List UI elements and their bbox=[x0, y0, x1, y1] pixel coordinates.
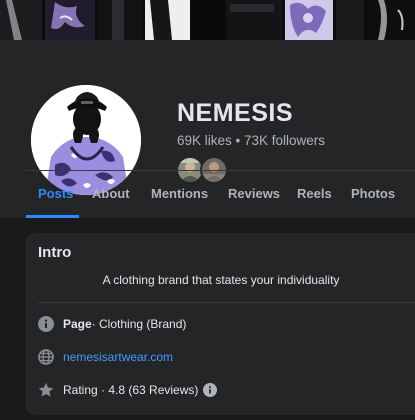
info-icon[interactable] bbox=[203, 383, 218, 397]
cover-photo[interactable] bbox=[0, 0, 415, 40]
tab-mentions-label: Mentions bbox=[151, 186, 209, 201]
website-row: nemesisartwear.com bbox=[38, 348, 173, 366]
globe-icon bbox=[38, 349, 54, 365]
profile-tabs: Posts About Mentions Reviews Reels Photo… bbox=[26, 171, 415, 218]
page-category-row: Page · Clothing (Brand) bbox=[38, 315, 186, 333]
intro-bio: A clothing brand that states your indivi… bbox=[102, 273, 340, 287]
page-stats: 69K likes • 73K followers bbox=[177, 133, 325, 148]
tab-photos-label: Photos bbox=[351, 186, 396, 201]
tab-reviews[interactable]: Reviews bbox=[228, 171, 280, 218]
stats-separator: • bbox=[231, 133, 245, 148]
followers-count[interactable]: 73K followers bbox=[244, 133, 325, 148]
cover-photo-image bbox=[0, 0, 415, 40]
rating-row: Rating · 4.8 (63 Reviews) bbox=[38, 381, 218, 399]
page-label: Page bbox=[63, 317, 92, 331]
tab-photos[interactable]: Photos bbox=[351, 171, 395, 218]
intro-title: Intro bbox=[38, 244, 72, 261]
tab-reels-label: Reels bbox=[297, 186, 332, 201]
info-circle-icon bbox=[38, 316, 54, 332]
tab-about[interactable]: About bbox=[92, 171, 130, 218]
rating-text: Rating · 4.8 (63 Reviews) bbox=[63, 383, 199, 397]
likes-count[interactable]: 69K likes bbox=[177, 133, 232, 148]
active-tab-indicator bbox=[26, 215, 79, 218]
tab-about-label: About bbox=[92, 186, 130, 201]
tab-posts[interactable]: Posts bbox=[26, 171, 79, 218]
tab-mentions[interactable]: Mentions bbox=[151, 171, 208, 218]
intro-divider bbox=[38, 302, 415, 303]
tab-reviews-label: Reviews bbox=[228, 186, 281, 201]
profile-header: NEMESIS 69K likes • 73K followers Posts bbox=[0, 40, 415, 218]
tab-posts-label: Posts bbox=[38, 186, 74, 201]
page-category: · Clothing (Brand) bbox=[91, 317, 187, 331]
tab-reels[interactable]: Reels bbox=[297, 171, 332, 218]
star-icon bbox=[38, 382, 54, 397]
website-link[interactable]: nemesisartwear.com bbox=[63, 350, 173, 364]
intro-card: Intro A clothing brand that states your … bbox=[26, 233, 415, 415]
page-title: NEMESIS bbox=[177, 99, 294, 127]
